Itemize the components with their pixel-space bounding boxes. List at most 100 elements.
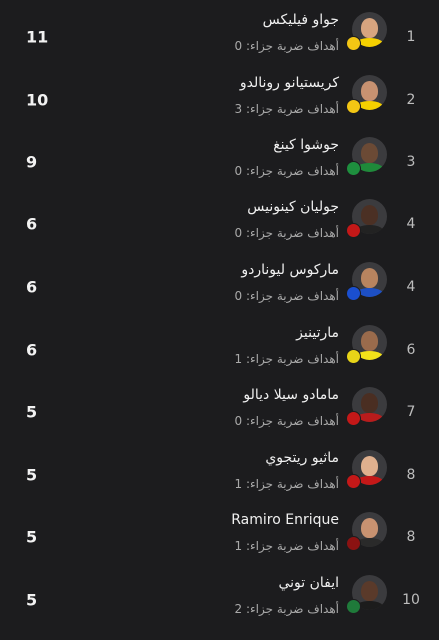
- penalty-count: 1: [234, 539, 243, 553]
- player-name[interactable]: مارتينيز: [235, 325, 339, 341]
- player-info: جوشوا كينغ أهداف ضربة جزاء: 0: [235, 137, 339, 178]
- goals-count: 6: [26, 340, 38, 360]
- penalty-goals: أهداف ضربة جزاء: 1: [231, 539, 339, 553]
- rank-number: 7: [406, 404, 416, 420]
- player-info: مارتينيز أهداف ضربة جزاء: 1: [235, 325, 339, 366]
- player-name[interactable]: ايفان توني: [235, 575, 339, 591]
- club-crest-icon: [346, 286, 361, 301]
- avatar-head: [361, 456, 378, 476]
- player-row[interactable]: 5 ماثيو ريتجوي أهداف ضربة جزاء: 1 8: [0, 444, 439, 506]
- penalty-count: 2: [234, 602, 243, 616]
- avatar-head: [361, 393, 378, 413]
- penalty-label: أهداف ضربة جزاء:: [245, 477, 339, 491]
- penalty-label: أهداف ضربة جزاء:: [245, 39, 339, 53]
- avatar-head: [361, 81, 378, 101]
- penalty-label: أهداف ضربة جزاء:: [245, 164, 339, 178]
- top-scorers-list: 11 جواو فيليكس أهداف ضربة جزاء: 0 1 10 ك…: [0, 0, 439, 640]
- penalty-label: أهداف ضربة جزاء:: [245, 602, 339, 616]
- player-row[interactable]: 9 جوشوا كينغ أهداف ضربة جزاء: 0 3: [0, 131, 439, 193]
- player-info: جواو فيليكس أهداف ضربة جزاء: 0: [235, 12, 339, 53]
- goals-count: 9: [26, 152, 38, 172]
- player-name[interactable]: Ramiro Enrique: [231, 512, 339, 528]
- player-name[interactable]: جواو فيليكس: [235, 12, 339, 28]
- rank-number: 3: [406, 154, 416, 170]
- avatar-head: [361, 581, 378, 601]
- rank-number: 4: [406, 216, 416, 232]
- goals-count: 5: [26, 527, 38, 547]
- player-info: مامادو سيلا ديالو أهداف ضربة جزاء: 0: [235, 387, 339, 428]
- penalty-goals: أهداف ضربة جزاء: 1: [235, 352, 339, 366]
- avatar-head: [361, 268, 378, 288]
- penalty-label: أهداف ضربة جزاء:: [245, 289, 339, 303]
- club-crest-icon: [346, 99, 361, 114]
- club-crest-icon: [346, 599, 361, 614]
- rank-number: 4: [406, 279, 416, 295]
- player-row[interactable]: 5 ايفان توني أهداف ضربة جزاء: 2 10: [0, 569, 439, 631]
- penalty-goals: أهداف ضربة جزاء: 0: [235, 226, 339, 240]
- club-crest-icon: [346, 536, 361, 551]
- rank-number: 1: [406, 29, 416, 45]
- goals-count: 6: [26, 214, 38, 234]
- avatar-head: [361, 205, 378, 225]
- avatar-head: [361, 518, 378, 538]
- player-row[interactable]: 5 Ramiro Enrique أهداف ضربة جزاء: 1 8: [0, 506, 439, 568]
- penalty-count: 1: [234, 477, 243, 491]
- penalty-goals: أهداف ضربة جزاء: 3: [235, 102, 339, 116]
- player-row[interactable]: 6 جوليان كينونيس أهداف ضربة جزاء: 0 4: [0, 193, 439, 255]
- goals-count: 5: [26, 465, 38, 485]
- goals-count: 11: [26, 27, 49, 47]
- player-name[interactable]: جوشوا كينغ: [235, 137, 339, 153]
- rank-number: 2: [406, 92, 416, 108]
- player-name[interactable]: مامادو سيلا ديالو: [235, 387, 339, 403]
- player-row[interactable]: 6 مارتينيز أهداف ضربة جزاء: 1 6: [0, 319, 439, 381]
- avatar-head: [361, 143, 378, 163]
- penalty-count: 0: [234, 414, 243, 428]
- player-row[interactable]: 6 ماركوس ليوناردو أهداف ضربة جزاء: 0 4: [0, 256, 439, 318]
- penalty-label: أهداف ضربة جزاء:: [245, 414, 339, 428]
- penalty-label: أهداف ضربة جزاء:: [245, 102, 339, 116]
- penalty-label: أهداف ضربة جزاء:: [245, 352, 339, 366]
- player-name[interactable]: ماثيو ريتجوي: [235, 450, 339, 466]
- club-crest-icon: [346, 36, 361, 51]
- rank-number: 6: [406, 342, 416, 358]
- penalty-goals: أهداف ضربة جزاء: 2: [235, 602, 339, 616]
- penalty-count: 0: [234, 39, 243, 53]
- club-crest-icon: [346, 223, 361, 238]
- club-crest-icon: [346, 349, 361, 364]
- penalty-count: 0: [234, 164, 243, 178]
- avatar-head: [361, 18, 378, 38]
- player-row[interactable]: 11 جواو فيليكس أهداف ضربة جزاء: 0 1: [0, 6, 439, 68]
- player-row[interactable]: 5 مامادو سيلا ديالو أهداف ضربة جزاء: 0 7: [0, 381, 439, 443]
- player-info: ماثيو ريتجوي أهداف ضربة جزاء: 1: [235, 450, 339, 491]
- penalty-count: 3: [234, 102, 243, 116]
- penalty-goals: أهداف ضربة جزاء: 0: [235, 414, 339, 428]
- goals-count: 5: [26, 590, 38, 610]
- penalty-count: 0: [234, 226, 243, 240]
- player-name[interactable]: كريستيانو رونالدو: [235, 75, 339, 91]
- club-crest-icon: [346, 161, 361, 176]
- player-info: ماركوس ليوناردو أهداف ضربة جزاء: 0: [235, 262, 339, 303]
- player-name[interactable]: جوليان كينونيس: [235, 199, 339, 215]
- rank-number: 8: [406, 467, 416, 483]
- penalty-label: أهداف ضربة جزاء:: [245, 539, 339, 553]
- goals-count: 5: [26, 402, 38, 422]
- penalty-goals: أهداف ضربة جزاء: 0: [235, 289, 339, 303]
- player-info: جوليان كينونيس أهداف ضربة جزاء: 0: [235, 199, 339, 240]
- avatar-head: [361, 331, 378, 351]
- player-info: ايفان توني أهداف ضربة جزاء: 2: [235, 575, 339, 616]
- club-crest-icon: [346, 474, 361, 489]
- penalty-goals: أهداف ضربة جزاء: 0: [235, 39, 339, 53]
- player-name[interactable]: ماركوس ليوناردو: [235, 262, 339, 278]
- player-info: Ramiro Enrique أهداف ضربة جزاء: 1: [231, 512, 339, 553]
- penalty-count: 0: [234, 289, 243, 303]
- player-row[interactable]: 10 كريستيانو رونالدو أهداف ضربة جزاء: 3 …: [0, 69, 439, 131]
- penalty-goals: أهداف ضربة جزاء: 0: [235, 164, 339, 178]
- rank-number: 10: [402, 592, 420, 608]
- goals-count: 6: [26, 277, 38, 297]
- club-crest-icon: [346, 411, 361, 426]
- rank-number: 8: [406, 529, 416, 545]
- penalty-label: أهداف ضربة جزاء:: [245, 226, 339, 240]
- penalty-count: 1: [234, 352, 243, 366]
- goals-count: 10: [26, 90, 49, 110]
- penalty-goals: أهداف ضربة جزاء: 1: [235, 477, 339, 491]
